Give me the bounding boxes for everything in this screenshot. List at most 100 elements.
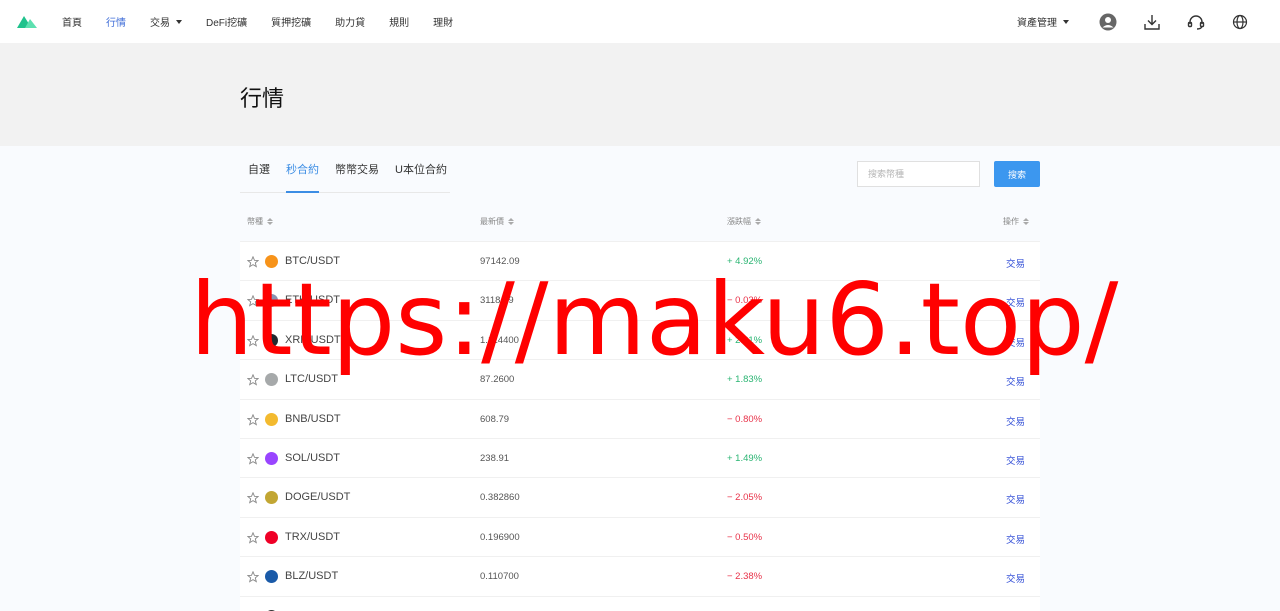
header-change-label: 漲跌幅 [727,217,751,226]
trade-link[interactable]: 交易 [1006,492,1025,506]
star-icon[interactable] [246,413,260,426]
table-row[interactable]: ETH/USDT 3118.49 − 0.03% 交易 [240,280,1040,320]
pair-name: XRP/USDT [285,333,341,346]
tab-1[interactable]: 秒合約 [286,146,319,193]
latest-price: 87.2600 [480,374,515,386]
price-change: − 0.80% [727,413,763,425]
nav-item-label: 理財 [433,18,454,29]
tab-0[interactable]: 自選 [248,146,270,193]
nav-item-4[interactable]: 質押挖礦 [271,14,311,29]
star-icon[interactable] [246,570,260,583]
pair-name: LTC/USDT [285,373,338,386]
nav-item-label: 首頁 [62,18,82,29]
star-icon[interactable] [246,491,260,504]
latest-price: 0.110700 [480,571,519,583]
latest-price: 238.91 [480,452,510,464]
header-action[interactable]: 操作 [1003,216,1029,227]
nav-item-3[interactable]: DeFi挖礦 [206,14,247,29]
header-price[interactable]: 最新價 [480,216,514,227]
table-row[interactable]: TRX/USDT 0.196900 − 0.50% 交易 [240,516,1040,557]
latest-price: 0.196900 [480,531,520,543]
latest-price: 1.114400 [480,334,519,346]
page-banner: 行情 [0,43,1280,146]
pair-name: BLZ/USDT [285,570,339,583]
trade-link[interactable]: 交易 [1006,532,1025,546]
tab-3[interactable]: U本位合約 [395,146,447,193]
market-table: BTC/USDT 97142.09 + 4.92% 交易 ETH/USDT 3118.49… [240,241,1040,611]
headset-icon[interactable] [1187,13,1205,31]
pair-name: DOGE/USDT [285,491,351,504]
price-change: − 2.05% [727,492,763,504]
trade-link[interactable]: 交易 [1006,374,1025,388]
ltc-icon [265,373,278,387]
price-change: + 4.92% [727,256,763,267]
table-row[interactable]: XRP/USDT 1.114400 + 2.21% 交易 [240,319,1040,360]
page-title: 行情 [240,86,285,111]
price-change: + 2.21% [727,334,763,346]
search-input[interactable] [857,161,980,187]
search-button[interactable]: 搜索 [994,161,1040,187]
star-icon[interactable] [246,255,260,268]
pair-name: ETH/USDT [285,294,340,307]
header-coin[interactable]: 幣種 [247,216,273,227]
trade-link[interactable]: 交易 [1006,256,1025,270]
nav-item-7[interactable]: 理財 [433,14,453,29]
nav-item-5[interactable]: 助力貸 [335,14,365,29]
chevron-down-icon [176,19,182,24]
sort-icon [508,218,514,225]
xrp-icon [265,333,278,347]
nav-item-label: 行情 [106,18,126,29]
latest-price: 3118.49 [480,295,514,307]
header-action-label: 操作 [1003,217,1019,226]
table-row[interactable]: SOL/USDT 238.91 + 1.49% 交易 [240,437,1040,478]
table-row[interactable]: LTC/USDT 87.2600 + 1.83% 交易 [240,359,1040,399]
bnb-icon [265,412,278,426]
header-price-label: 最新價 [480,217,504,226]
asset-management-menu[interactable]: 資產管理 [1017,14,1069,29]
price-change: − 2.38% [727,571,763,583]
table-row[interactable]: BLZ/USDT 0.110700 − 2.38% 交易 [240,556,1040,596]
price-change: + 1.49% [727,452,763,464]
table-row[interactable]: DOGE/USDT 0.382860 − 2.05% 交易 [240,477,1040,517]
chevron-down-icon [1063,19,1069,24]
star-icon[interactable] [246,334,260,347]
blz-icon [265,570,278,584]
globe-icon[interactable] [1231,13,1249,31]
table-row[interactable]: BTC/USDT 97142.09 + 4.92% 交易 [240,241,1040,281]
header-change[interactable]: 漲跌幅 [727,216,761,227]
trade-link[interactable]: 交易 [1006,335,1025,349]
top-navbar: 首頁 行情 交易 DeFi挖礦 質押挖礦 助力貸 規則 理財 資產管理 [0,0,1280,43]
download-icon[interactable] [1143,13,1161,31]
pair-name: SOL/USDT [285,451,341,464]
nav-item-6[interactable]: 規則 [389,14,409,29]
trade-link[interactable]: 交易 [1006,414,1025,428]
top-right-actions: 資產管理 [1017,0,1280,43]
sort-icon [267,218,273,225]
price-change: + 1.83% [727,374,763,386]
price-change: − 0.50% [727,531,763,543]
market-tabs: 自選 秒合約 幣幣交易 U本位合約 [240,146,450,193]
nav-item-0[interactable]: 首頁 [62,14,82,29]
star-icon[interactable] [246,452,260,465]
user-avatar-icon[interactable] [1099,13,1117,31]
nav-item-2[interactable]: 交易 [150,14,182,29]
table-row[interactable] [240,595,1040,611]
eth-icon [265,294,278,308]
nav-item-1[interactable]: 行情 [106,14,126,29]
star-icon[interactable] [246,373,260,386]
star-icon[interactable] [246,531,260,544]
pair-name: BNB/USDT [285,412,341,425]
trade-link[interactable]: 交易 [1006,295,1025,309]
market-content: 自選秒合約幣幣交易 U本位合約 搜索 幣種 最新價 漲跌幅 操作 BTC/USDT… [0,146,1280,611]
logo-icon[interactable] [17,14,37,28]
trade-link[interactable]: 交易 [1006,453,1025,467]
nav-item-label: 規則 [389,18,410,29]
latest-price: 0.382860 [480,492,520,504]
table-row[interactable]: BNB/USDT 608.79 − 0.80% 交易 [240,398,1040,438]
nav-item-label: 質押挖礦 [271,18,312,29]
tab-2[interactable]: 幣幣交易 [335,146,379,193]
star-icon[interactable] [246,294,260,307]
table-header: 幣種 最新價 漲跌幅 操作 [240,206,1040,242]
main-nav: 首頁 行情 交易 DeFi挖礦 質押挖礦 助力貸 規則 理財 [62,0,477,43]
trade-link[interactable]: 交易 [1006,571,1025,585]
